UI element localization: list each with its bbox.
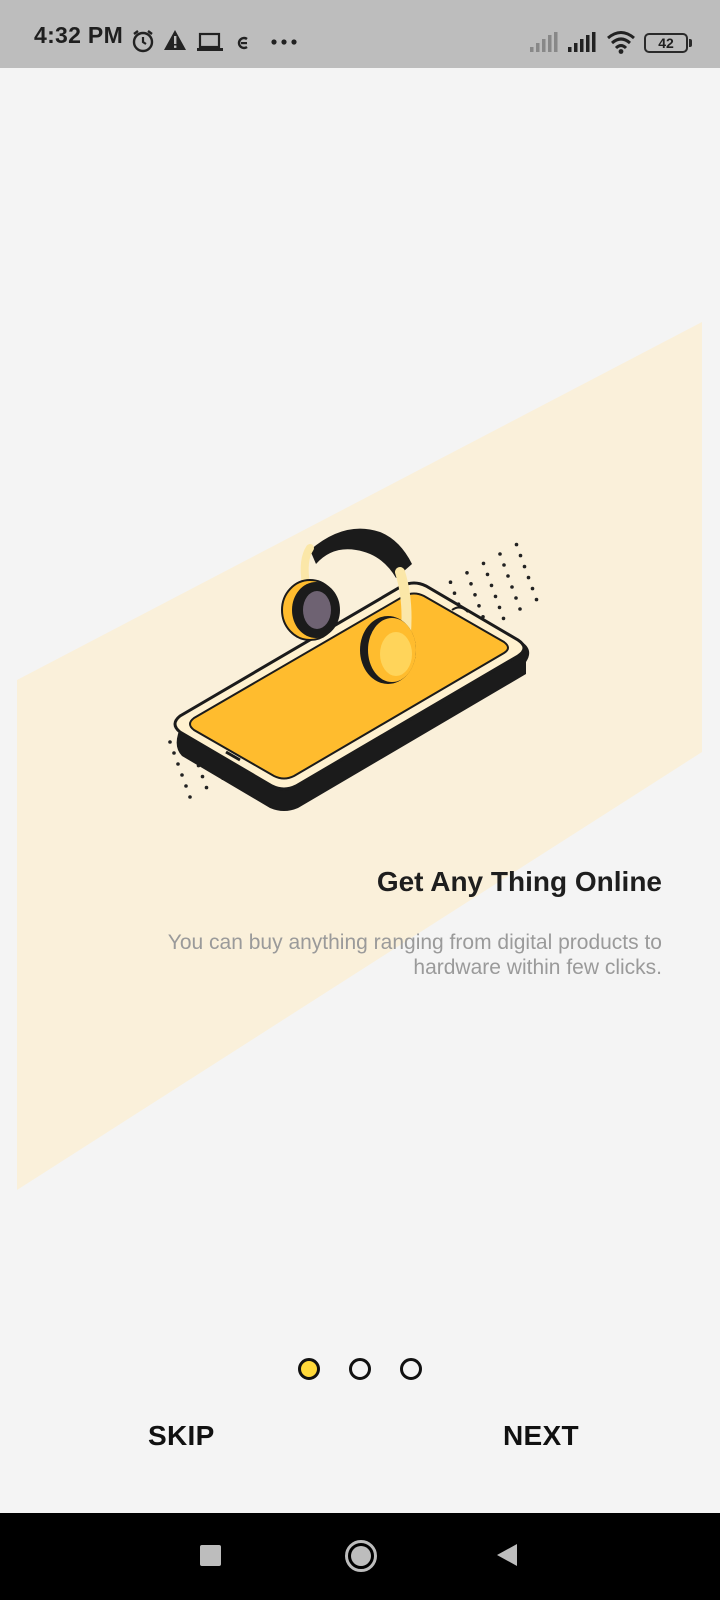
back-icon[interactable] (496, 1543, 518, 1567)
page-indicator (0, 1358, 720, 1386)
recents-icon[interactable] (200, 1545, 221, 1566)
page-dot-3[interactable] (400, 1358, 422, 1380)
skip-button[interactable]: SKIP (148, 1420, 215, 1452)
onboarding-description: You can buy anything ranging from digita… (167, 931, 662, 979)
earcup-left-inner (303, 591, 331, 629)
earcup-right-inner (380, 632, 412, 676)
page-dot-2[interactable] (349, 1358, 371, 1380)
page-dot-1[interactable] (298, 1358, 320, 1380)
headphone-arm-left (300, 544, 314, 588)
next-button[interactable]: NEXT (503, 1420, 579, 1452)
home-icon[interactable] (344, 1539, 378, 1573)
phone-headphones-illustration (168, 528, 539, 811)
onboarding-title: Get Any Thing Online (376, 866, 662, 897)
